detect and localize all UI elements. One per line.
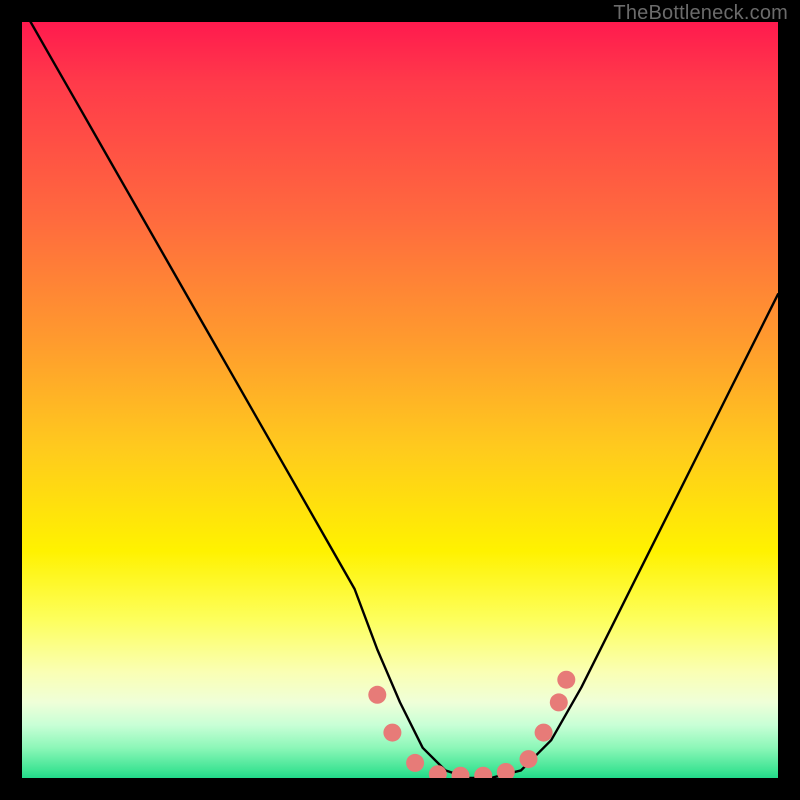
curve-line-group — [22, 22, 778, 778]
curve-marker — [368, 686, 386, 704]
curve-markers-group — [368, 671, 575, 778]
plot-area — [22, 22, 778, 778]
chart-svg — [22, 22, 778, 778]
curve-marker — [557, 671, 575, 689]
curve-marker — [429, 765, 447, 778]
bottleneck-curve-path — [22, 22, 778, 778]
watermark-text: TheBottleneck.com — [613, 2, 788, 25]
curve-marker — [474, 767, 492, 778]
curve-marker — [520, 750, 538, 768]
curve-marker — [535, 724, 553, 742]
chart-frame: TheBottleneck.com — [0, 0, 800, 800]
curve-marker — [452, 767, 470, 778]
curve-marker — [406, 754, 424, 772]
curve-marker — [550, 693, 568, 711]
curve-marker — [497, 763, 515, 778]
curve-marker — [383, 724, 401, 742]
